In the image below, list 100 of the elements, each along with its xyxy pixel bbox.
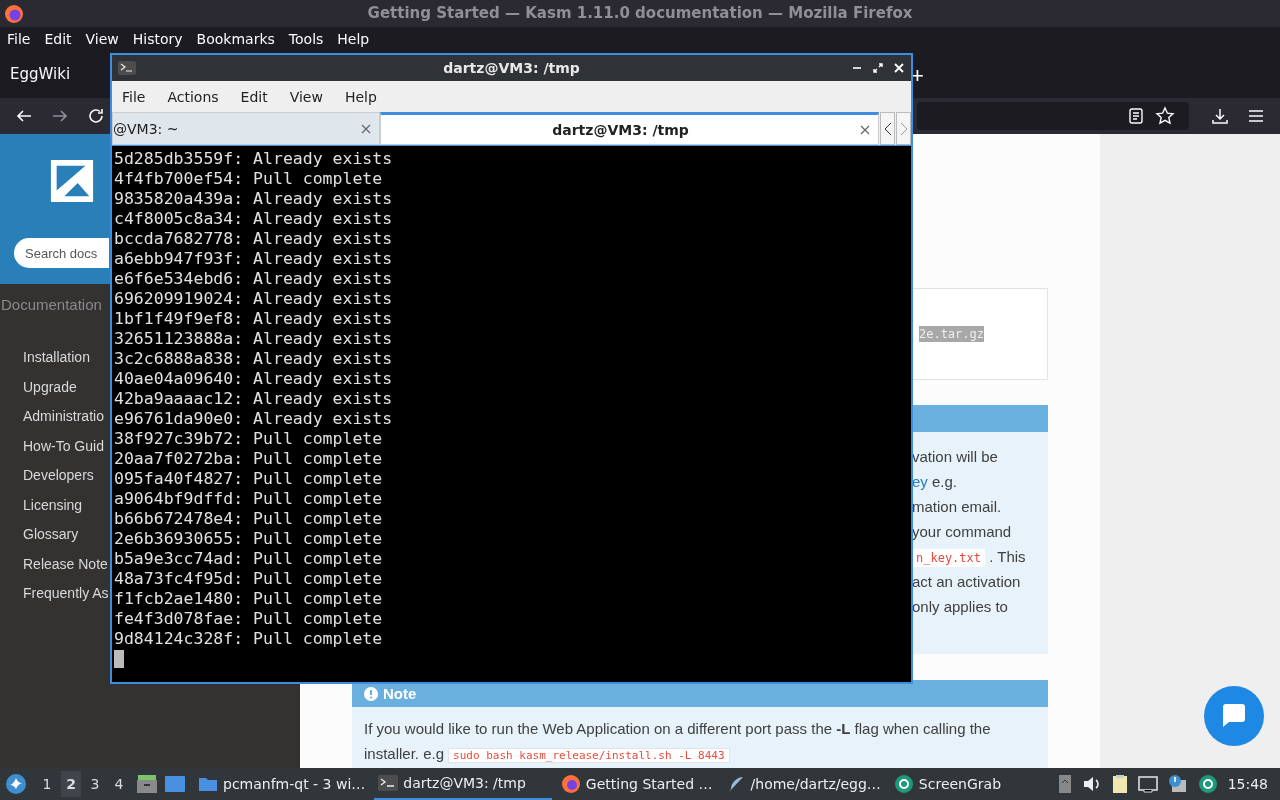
text-fragment: e.g. bbox=[931, 473, 958, 490]
selected-code-text: 2e.tar.gz bbox=[918, 326, 984, 342]
sidebar-link[interactable]: Developers bbox=[23, 461, 94, 491]
output-line: fe4f3d078fae: Pull complete bbox=[114, 609, 383, 629]
menu-item[interactable]: History bbox=[132, 30, 183, 47]
workspace-button[interactable]: 1 bbox=[37, 771, 57, 797]
taskbar-button[interactable]: ScreenGrab bbox=[889, 768, 1006, 800]
close-tab-icon[interactable] bbox=[860, 124, 870, 135]
output-line: 48a73fc4f95d: Pull complete bbox=[114, 569, 383, 589]
notification-icon[interactable] bbox=[1167, 774, 1188, 794]
output-line: 9d84124c328f: Pull complete bbox=[114, 629, 383, 649]
sidebar-link[interactable]: How-To Guid bbox=[23, 431, 104, 461]
clock: 15:48 bbox=[1227, 776, 1268, 792]
window-title: Getting Started — Kasm 1.11.0 documentation — Mozilla Firefox bbox=[367, 4, 913, 23]
workspace-button[interactable]: 2 bbox=[61, 771, 81, 797]
terminal-tab[interactable]: dartz@VM3: /tmp bbox=[380, 112, 879, 145]
output-line: 5d285db3559f: Already exists bbox=[114, 149, 393, 169]
terminal-icon bbox=[118, 61, 136, 75]
menu-item[interactable]: File bbox=[122, 88, 146, 105]
text-fragment: act an activation bbox=[912, 573, 1021, 590]
exclamation-icon bbox=[364, 686, 378, 701]
workspace-button[interactable]: 4 bbox=[109, 771, 129, 797]
output-line: 095fa40f4827: Pull complete bbox=[114, 469, 383, 489]
chevron-left-icon bbox=[883, 121, 892, 136]
search-field[interactable]: Search docs bbox=[14, 238, 109, 268]
menu-item[interactable]: Bookmarks bbox=[196, 30, 275, 47]
output-line: 38f927c39b72: Pull complete bbox=[114, 429, 383, 449]
sidebar-link[interactable]: Administratio bbox=[23, 402, 104, 432]
text-fragment: . This bbox=[988, 548, 1026, 565]
menu-item[interactable]: View bbox=[289, 88, 323, 105]
inline-code: n_key.txt bbox=[912, 549, 986, 567]
output-line: 4f4fb700ef54: Pull complete bbox=[114, 169, 383, 189]
menu-item[interactable]: Help bbox=[337, 30, 370, 47]
workspace-button[interactable]: 3 bbox=[85, 771, 105, 797]
new-tab-button[interactable]: + bbox=[911, 62, 924, 89]
text-cursor bbox=[114, 650, 124, 668]
window-title: dartz@VM3: /tmp bbox=[443, 60, 580, 76]
network-icon[interactable] bbox=[1137, 775, 1158, 793]
menu-item[interactable]: Tools bbox=[288, 30, 324, 47]
scroll-left-button[interactable] bbox=[880, 112, 895, 145]
chat-button[interactable] bbox=[1204, 686, 1264, 746]
text-fragment: your command bbox=[912, 523, 1012, 540]
text-fragment: vation will be bbox=[912, 448, 998, 465]
taskbar-button[interactable]: pcmanfm-qt - 3 wi… bbox=[194, 768, 370, 800]
menu-item[interactable]: Edit bbox=[44, 30, 72, 47]
output-line: e6f6e534ebd6: Already exists bbox=[114, 269, 393, 289]
menu-item[interactable]: File bbox=[7, 30, 31, 47]
output-line: 9835820a439a: Already exists bbox=[114, 189, 393, 209]
folder-icon bbox=[198, 776, 218, 792]
output-line: f1fcb2ae1480: Pull complete bbox=[114, 589, 383, 609]
volume-icon[interactable] bbox=[1081, 775, 1102, 793]
firefox-icon bbox=[560, 774, 581, 794]
output-line: 20aa7f0272ba: Pull complete bbox=[114, 449, 383, 469]
menu-item[interactable]: Actions bbox=[167, 88, 219, 105]
sidebar-link[interactable]: Licensing bbox=[23, 490, 83, 520]
output-line: 40ae04a09640: Already exists bbox=[114, 369, 393, 389]
output-line: 696209919024: Already exists bbox=[114, 289, 393, 309]
sidebar-link[interactable]: Release Note bbox=[23, 549, 108, 579]
text-fragment: only applies to bbox=[912, 598, 1008, 615]
sidebar-link[interactable]: Frequently As bbox=[23, 579, 109, 609]
sidebar-link[interactable]: Upgrade bbox=[23, 372, 77, 402]
download-icon[interactable] bbox=[1211, 106, 1229, 125]
restore-icon[interactable] bbox=[872, 62, 884, 74]
output-line: bccda7682778: Already exists bbox=[114, 229, 393, 249]
output-line: 42ba9aaaac12: Already exists bbox=[114, 389, 393, 409]
terminal-tab[interactable]: @VM3: ~ bbox=[112, 112, 380, 145]
file-cabinet-icon[interactable] bbox=[136, 774, 158, 794]
output-line: 32651123888a: Already exists bbox=[114, 329, 393, 349]
output-line: e96761da90e0: Already exists bbox=[114, 409, 393, 429]
text-link[interactable]: ey bbox=[912, 473, 928, 490]
note-text: If you would like to run the Web Application on a different port pass the -L flag when calling the installer. e.g sudo bash kasm_release/install.sh -L 8443 bbox=[364, 719, 992, 765]
star-icon[interactable] bbox=[1155, 105, 1175, 126]
terminal-icon bbox=[378, 775, 399, 791]
output-line: 2e6b36930655: Pull complete bbox=[114, 529, 383, 549]
menu-item[interactable]: Help bbox=[344, 88, 377, 105]
screengrab-icon bbox=[893, 774, 914, 794]
text-fragment: mation email. bbox=[912, 498, 1002, 515]
taskbar-button[interactable]: dartz@VM3: /tmp bbox=[374, 768, 552, 800]
browser-tab[interactable]: EggWiki bbox=[0, 65, 71, 84]
output-line: 3c2c6888a838: Already exists bbox=[114, 349, 393, 369]
start-menu-icon[interactable] bbox=[5, 773, 27, 795]
taskbar-button[interactable]: Getting Started … bbox=[556, 768, 717, 800]
menu-item[interactable]: Edit bbox=[240, 88, 268, 105]
output-line: c4f8005c8a34: Already exists bbox=[114, 209, 393, 229]
output-line: a9064bf9dffd: Pull complete bbox=[114, 489, 383, 509]
close-tab-icon[interactable] bbox=[361, 123, 371, 134]
reader-view-icon[interactable] bbox=[1127, 106, 1145, 125]
reload-icon[interactable] bbox=[87, 106, 105, 125]
address-bar[interactable] bbox=[917, 101, 1189, 130]
clipboard-icon[interactable] bbox=[1111, 774, 1128, 794]
sidebar-link[interactable]: Installation bbox=[23, 343, 90, 373]
output-line: b66b672478e4: Pull complete bbox=[114, 509, 383, 529]
sidebar-link[interactable]: Glossary bbox=[23, 520, 79, 550]
desktop-icon[interactable] bbox=[164, 775, 186, 793]
close-icon[interactable] bbox=[893, 62, 905, 74]
sidebar-caption: Documentation bbox=[1, 296, 102, 313]
screengrab-icon[interactable] bbox=[1197, 774, 1218, 794]
menu-item[interactable]: View bbox=[85, 30, 119, 47]
output-line: b5a9e3cc74ad: Pull complete bbox=[114, 549, 383, 569]
taskbar-button[interactable]: /home/dartz/egg… bbox=[721, 768, 885, 800]
